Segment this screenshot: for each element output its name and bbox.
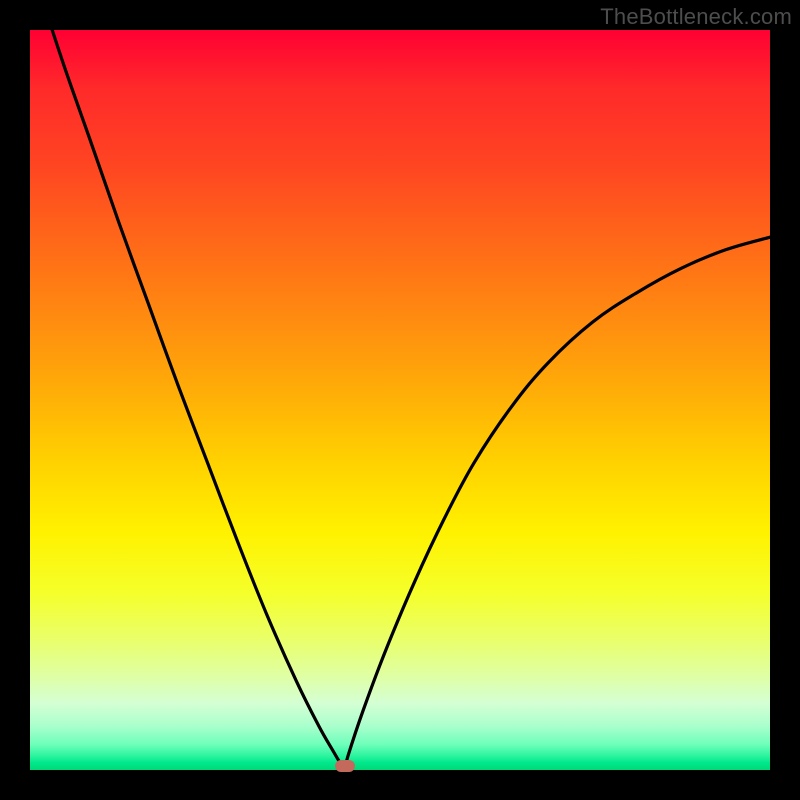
chart-container: TheBottleneck.com	[0, 0, 800, 800]
watermark-text: TheBottleneck.com	[600, 4, 792, 30]
curve-svg	[30, 30, 770, 770]
bottleneck-curve	[52, 30, 770, 770]
plot-area	[30, 30, 770, 770]
minimum-marker	[335, 760, 355, 772]
